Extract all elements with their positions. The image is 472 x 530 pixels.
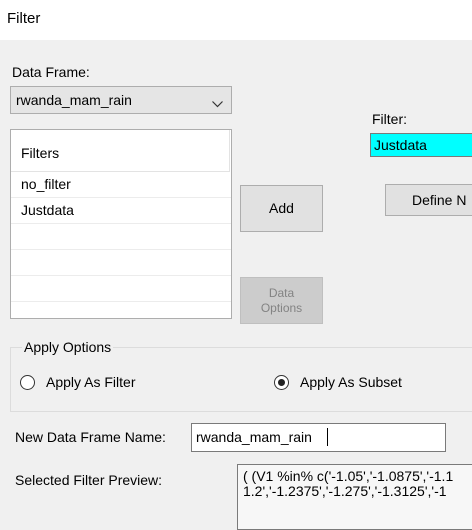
filter-label: Filter: [372, 111, 407, 127]
new-data-frame-name-label: New Data Frame Name: [15, 429, 166, 445]
new-data-frame-name-value: rwanda_mam_rain [196, 429, 312, 445]
data-options-label-line1: Data [268, 286, 295, 300]
list-item[interactable] [11, 224, 231, 250]
filters-header-label: Filters [21, 145, 60, 161]
apply-options-title: Apply Options [22, 339, 114, 355]
filter-field[interactable]: Justdata [370, 133, 472, 157]
list-item[interactable]: Justdata [11, 198, 231, 224]
apply-as-subset-radio[interactable] [274, 375, 289, 390]
list-item[interactable]: no_filter [11, 172, 231, 198]
title-bar: Filter [0, 0, 472, 40]
preview-line-2: 1.2','-1.2375','-1.275','-1.3125','-1 [243, 483, 447, 499]
filters-list[interactable]: Filters no_filter Justdata [10, 129, 232, 319]
define-new-filter-button[interactable]: Define N [385, 184, 472, 216]
window-title: Filter [7, 10, 41, 27]
new-data-frame-name-input[interactable]: rwanda_mam_rain [191, 423, 446, 452]
list-item-label: no_filter [21, 176, 71, 192]
add-button[interactable]: Add [240, 185, 323, 232]
data-frame-select[interactable]: rwanda_mam_rain [10, 86, 232, 114]
data-frame-label: Data Frame: [12, 64, 90, 80]
column-divider [229, 130, 230, 172]
filters-column-header[interactable]: Filters [11, 130, 229, 172]
text-cursor [327, 428, 328, 446]
data-frame-selected-value: rwanda_mam_rain [16, 92, 132, 108]
data-options-button[interactable]: Data Options [240, 277, 323, 324]
chevron-down-icon [212, 95, 223, 111]
apply-as-filter-radio[interactable] [20, 375, 35, 390]
selected-filter-preview-box[interactable]: ( (V1 %in% c('-1.05','-1.0875','-1.1 1.2… [237, 464, 472, 530]
list-item[interactable] [11, 276, 231, 302]
list-item[interactable] [11, 250, 231, 276]
filter-field-value: Justdata [374, 137, 427, 153]
apply-as-subset-label[interactable]: Apply As Subset [300, 374, 402, 390]
add-button-label: Add [269, 200, 294, 216]
data-options-label-line2: Options [260, 301, 303, 315]
apply-as-filter-label[interactable]: Apply As Filter [46, 374, 135, 390]
define-new-label: Define N [412, 192, 467, 208]
radio-selected-dot [278, 379, 285, 386]
list-item-label: Justdata [21, 202, 74, 218]
selected-filter-preview-label: Selected Filter Preview: [15, 472, 163, 488]
preview-line-1: ( (V1 %in% c('-1.05','-1.0875','-1.1 [243, 468, 454, 484]
